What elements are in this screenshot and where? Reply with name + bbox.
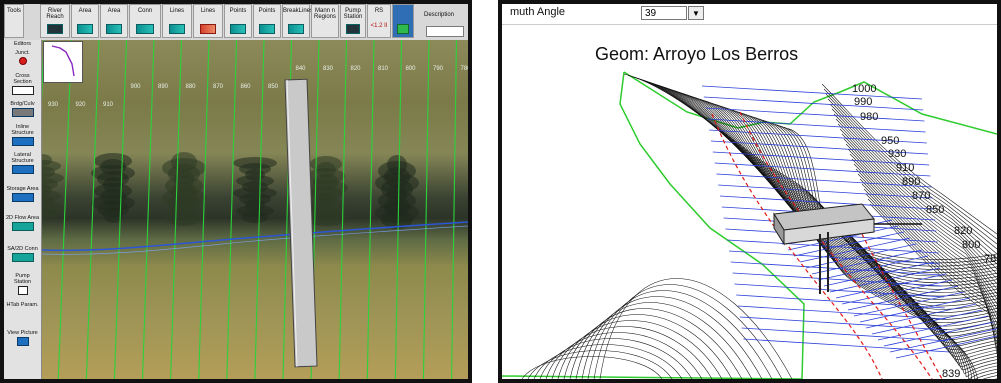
area-icon [77, 24, 93, 34]
aerial-map-view[interactable]: 930 920 910 900 890 880 870 860 850 840 830 820 810 8… [42, 40, 469, 379]
picture-icon [16, 337, 29, 346]
xs-station-label: 980 [860, 111, 878, 123]
map-layers-button[interactable] [392, 4, 414, 38]
lines-button[interactable]: Lines [162, 4, 192, 38]
3d-cross-section-plot: 1000990 980950930 910 890 870 850 820 800 78 839 [502, 71, 997, 379]
xs-station-label: 910 [896, 162, 914, 174]
xs-station-label: 1000 [852, 83, 876, 95]
manning-regions-button[interactable]: Mann n Regions [311, 4, 339, 38]
map-overlay: 930 920 910 900 890 880 870 860 850 840 830 820 810 8… [42, 40, 469, 379]
pump-station-button[interactable]: Pump Station [340, 4, 366, 38]
xs-station-label: 870 [213, 84, 224, 90]
pump-station-icon [17, 286, 28, 295]
lateral-structure-tool[interactable]: Lateral Structure [6, 152, 39, 174]
xs-station-label: 920 [76, 102, 87, 108]
xs-station-label: 880 [186, 84, 197, 90]
breaklines-icon [288, 24, 304, 34]
xs-station-label: 910 [103, 102, 114, 108]
inline-structure-tool[interactable]: Inline Structure [6, 124, 39, 146]
2d-flow-area-tool[interactable]: 2D Flow Area [6, 215, 39, 231]
editors-sidebar: Editors Junct. Cross Section Brdg/Culv I… [4, 40, 42, 379]
tools-button[interactable]: Tools [4, 4, 24, 38]
storage-area-tool[interactable]: Storage Area [6, 186, 39, 202]
2d-flow-area-icon [11, 222, 34, 231]
geometry-toolbar: Tools River Reach Area Area Conn Lines L… [4, 4, 468, 41]
lateral-structure-icon [11, 165, 34, 174]
lines-icon [168, 24, 186, 34]
htab-param-tool[interactable]: HTab Param. [6, 302, 39, 308]
xs-station-label: 800 [962, 239, 980, 251]
xs-station-label: 850 [268, 84, 279, 90]
pump-station-tool[interactable]: Pump Station [6, 273, 39, 295]
view-picture-tool[interactable]: View Picture [6, 330, 39, 346]
xs-station-label: 790 [433, 66, 444, 72]
lines-red-icon [199, 24, 217, 34]
xs-station-label: 820 [954, 225, 972, 237]
conn-icon [136, 24, 154, 34]
xs-station-label: 840 [296, 66, 307, 72]
xs-station-label: 839 [942, 368, 960, 379]
bridge-deck-shape [284, 78, 318, 368]
xs-station-label: 810 [378, 66, 389, 72]
xs-station-label: 830 [323, 66, 334, 72]
inline-structure-icon [11, 137, 34, 146]
xs-station-label: 930 [48, 102, 59, 108]
xs-station-label: 930 [888, 148, 906, 160]
xs-station-label: 850 [926, 204, 944, 216]
xs-station-label: 890 [902, 176, 920, 188]
sa2d-conn-tool[interactable]: SA/2D Conn [6, 246, 39, 262]
junction-tool[interactable]: Junct. [6, 50, 39, 65]
xs-3d-plot-panel: muth Angle 39 ▼ Geom: Arroyo Los Berros … [498, 0, 1001, 383]
points-button[interactable]: Points [224, 4, 252, 38]
rs-button[interactable]: RS <1.2 II [367, 4, 391, 38]
geometry-editor-panel: Tools River Reach Area Area Conn Lines L… [0, 0, 472, 383]
xs-station-label: 890 [158, 84, 169, 90]
breaklines-button[interactable]: BreakLines [282, 4, 313, 38]
overview-inset-plot [51, 45, 75, 77]
points-icon [230, 24, 246, 34]
xs-station-label: 800 [406, 66, 417, 72]
lines-2-button[interactable]: Lines [193, 4, 223, 38]
xs-station-label: 870 [912, 190, 930, 202]
storage-area-icon [106, 24, 122, 34]
points-2-button[interactable]: Points [253, 4, 281, 38]
area-button[interactable]: Area [71, 4, 99, 38]
sa2d-conn-icon [11, 253, 34, 262]
editors-title: Editors [13, 41, 32, 47]
xs-station-label: 860 [241, 84, 252, 90]
sa2d-conn-button[interactable]: Conn [129, 4, 161, 38]
storage-area-icon [11, 193, 34, 202]
xs-station-label: 780 [461, 66, 469, 72]
description-field[interactable] [426, 26, 464, 37]
pump-icon [345, 24, 361, 34]
bridge-icon [11, 108, 34, 117]
xs-station-label: 78 [984, 253, 996, 265]
junction-icon [18, 57, 27, 65]
reach-icon [46, 24, 64, 34]
river-reach-button[interactable]: River Reach [40, 4, 70, 38]
bridge-culvert-tool[interactable]: Brdg/Culv [6, 101, 39, 117]
cross-section-icon [11, 86, 34, 95]
cross-section-tool[interactable]: Cross Section [6, 73, 39, 95]
xs-station-label: 950 [881, 135, 899, 147]
map-icon [397, 24, 409, 34]
xs-station-label: 900 [131, 84, 142, 90]
xs-station-label: 820 [351, 66, 362, 72]
storage-area-button[interactable]: Area [100, 4, 128, 38]
xs-station-label: 990 [854, 96, 872, 108]
overview-inset[interactable] [43, 41, 83, 83]
points-2-icon [259, 24, 275, 34]
